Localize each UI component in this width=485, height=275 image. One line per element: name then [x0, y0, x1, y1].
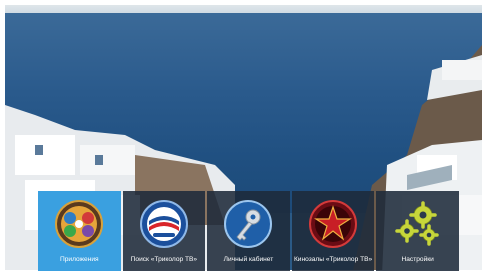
apps-icon: [55, 200, 104, 248]
menu-item-label: Приложения: [60, 256, 99, 263]
key-icon: [224, 200, 273, 248]
menu-item-tricolor-search[interactable]: Поиск «Триколор ТВ»: [122, 191, 206, 271]
menu-item-apps[interactable]: Приложения: [38, 191, 121, 271]
cinema-star-icon: [309, 200, 358, 248]
main-menu: Приложения Поиск «Триколор ТВ» Личный ка…: [38, 191, 459, 271]
menu-item-label: Личный кабинет: [223, 256, 274, 263]
menu-item-cinemas[interactable]: Кинозалы «Триколор ТВ»: [291, 191, 375, 271]
tricolor-search-icon: [139, 200, 188, 248]
menu-item-label: Поиск «Триколор ТВ»: [130, 256, 198, 263]
menu-item-settings[interactable]: Настройки: [376, 191, 459, 271]
menu-item-label: Настройки: [401, 256, 434, 263]
menu-item-label: Кинозалы «Триколор ТВ»: [293, 256, 373, 263]
menu-item-personal-account[interactable]: Личный кабинет: [207, 191, 290, 271]
gears-icon: [394, 201, 439, 246]
